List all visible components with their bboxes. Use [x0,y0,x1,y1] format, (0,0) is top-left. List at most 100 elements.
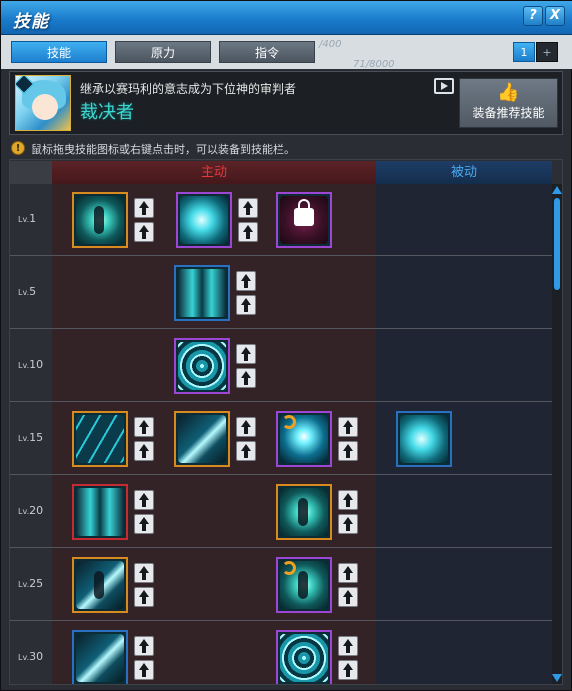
skill-level-up-button[interactable] [338,587,358,607]
skill-level-up-button[interactable] [338,441,358,461]
thumbs-up-icon: 👍 [497,82,520,103]
skill-level-up-button[interactable] [134,636,154,656]
recommend-skills-label: 装备推荐技能 [472,106,545,120]
job-description: 继承以赛玛利的意志成为下位神的审判者 [80,82,297,96]
skill-icon[interactable] [276,411,332,467]
skill-slot [276,411,332,467]
tab-command[interactable]: 指令 [219,41,315,63]
skill-row-lv1: Lv.1 [10,184,552,256]
skill-slot [276,484,332,540]
skill-slot [174,265,230,321]
recommend-skills-button[interactable]: 👍 装备推荐技能 [459,78,558,128]
tab-skill[interactable]: 技能 [11,41,107,63]
passive-skill-slot [396,411,452,467]
skill-level-up-button[interactable] [236,368,256,388]
skill-slot [276,557,332,613]
skill-tree: 主动 被动 Lv.1 Lv.5 Lv.10 Lv.15 Lv.20 Lv.25 … [9,159,563,685]
skill-level-up-button[interactable] [236,344,256,364]
skill-level-up-button[interactable] [338,660,358,680]
character-portrait [15,75,71,131]
active-column-header: 主动 [52,161,376,184]
level-label: Lv.30 [18,650,44,663]
skill-slot [72,192,128,248]
page-add-button[interactable]: + [536,42,558,62]
skill-icon[interactable] [174,338,230,394]
skill-level-up-button[interactable] [134,514,154,534]
skill-icon[interactable] [174,411,230,467]
skill-level-up-button[interactable] [236,271,256,291]
job-name: 裁决者 [80,102,134,123]
scroll-down-icon[interactable] [552,674,562,682]
locked-skill-icon[interactable] [276,192,332,248]
level-label: Lv.25 [18,577,44,590]
page-button-1[interactable]: 1 [513,42,535,62]
tab-force[interactable]: 原力 [115,41,211,63]
job-header: 继承以赛玛利的意志成为下位神的审判者 裁决者 👍 装备推荐技能 [9,71,563,135]
level-label: Lv.20 [18,504,44,517]
background-counter-a: /400 [319,39,342,50]
skill-level-up-button[interactable] [134,587,154,607]
skill-row-lv15: Lv.15 [10,403,552,475]
lock-icon [294,199,314,226]
title-bar[interactable]: 技能 ? X [1,1,572,35]
skill-slot [176,192,232,248]
skill-slot [72,557,128,613]
skill-level-up-button[interactable] [134,417,154,437]
close-button[interactable]: X [545,6,565,26]
skill-slot [174,338,230,394]
skill-icon[interactable] [174,265,230,321]
window-title: 技能 [13,12,49,32]
skill-level-up-button[interactable] [338,636,358,656]
skill-level-up-button[interactable] [134,660,154,680]
skill-slot [72,484,128,540]
skill-icon[interactable] [72,411,128,467]
skill-level-up-button[interactable] [134,490,154,510]
tab-bar: 技能 原力 指令 /400 71/8000 1 + [1,35,572,70]
skill-level-up-button[interactable] [338,490,358,510]
skill-level-up-button[interactable] [338,563,358,583]
skill-row-lv5: Lv.5 [10,257,552,329]
skill-row-lv20: Lv.20 [10,476,552,548]
skill-slot [174,411,230,467]
scroll-up-icon[interactable] [552,186,562,194]
skill-icon[interactable] [276,484,332,540]
skill-row-lv30: Lv.30 [10,622,552,684]
level-label: Lv.15 [18,431,44,444]
skill-level-up-button[interactable] [134,441,154,461]
level-label: Lv.5 [18,285,37,298]
skill-level-up-button[interactable] [236,295,256,315]
skill-icon[interactable] [72,630,128,684]
skill-window: 技能 ? X 技能 原力 指令 /400 71/8000 1 + 继承以赛玛利的… [0,0,572,691]
skill-level-up-button[interactable] [236,417,256,437]
skill-row-lv25: Lv.25 [10,549,552,621]
skill-level-up-button[interactable] [338,417,358,437]
level-column-header [10,161,52,184]
transform-icon [282,415,296,429]
video-icon[interactable] [434,78,454,94]
skill-level-up-button[interactable] [238,198,258,218]
skill-level-up-button[interactable] [338,514,358,534]
skill-icon[interactable] [72,484,128,540]
skill-level-up-button[interactable] [236,441,256,461]
skill-icon[interactable] [276,630,332,684]
skill-level-up-button[interactable] [238,222,258,242]
skill-slot [276,192,332,248]
background-counter-b: 71/8000 [353,59,395,70]
scrollbar[interactable] [552,184,562,684]
skill-slot [72,630,128,684]
skill-row-lv10: Lv.10 [10,330,552,402]
skill-icon[interactable] [72,192,128,248]
skill-level-up-button[interactable] [134,563,154,583]
skill-icon[interactable] [72,557,128,613]
info-icon: ! [11,141,25,155]
skill-level-up-button[interactable] [134,222,154,242]
skill-slot [72,411,128,467]
skill-icon[interactable] [276,557,332,613]
skill-icon[interactable] [176,192,232,248]
scroll-thumb[interactable] [554,198,560,290]
passive-column-header: 被动 [376,161,552,184]
hint-text: 鼠标拖曳技能图标或右键点击时，可以装备到技能栏。 [31,143,295,156]
passive-skill-icon[interactable] [396,411,452,467]
help-button[interactable]: ? [523,6,543,26]
skill-level-up-button[interactable] [134,198,154,218]
